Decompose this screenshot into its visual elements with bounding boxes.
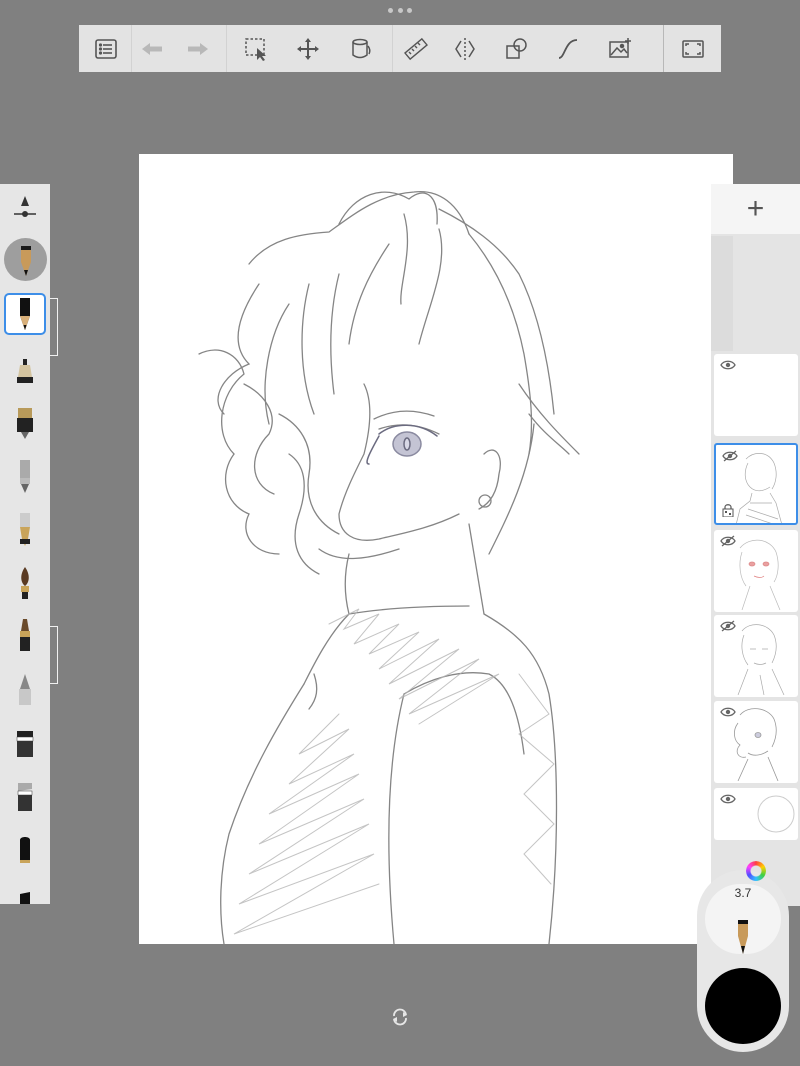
toolbar-handle[interactable] — [388, 6, 412, 14]
curve-icon[interactable] — [550, 31, 586, 67]
brush-size-value: 3.7 — [734, 886, 752, 900]
main-toolbar — [79, 25, 721, 72]
sketch-artwork — [198, 190, 580, 944]
drawing-canvas[interactable] — [139, 154, 733, 944]
list-icon[interactable] — [88, 31, 124, 67]
ballpoint-pen[interactable] — [7, 456, 43, 496]
handle-dot — [407, 7, 412, 13]
marker[interactable] — [7, 615, 43, 655]
layer-panel-spacer — [711, 236, 733, 351]
paint-brush[interactable] — [7, 562, 43, 602]
fountain-pen[interactable] — [7, 509, 43, 549]
smear-tool[interactable] — [7, 723, 43, 763]
divider — [226, 25, 227, 72]
chisel-marker[interactable] — [7, 884, 43, 904]
divider — [131, 25, 132, 72]
add-layer-button[interactable]: + — [711, 184, 800, 234]
eye-hidden-icon[interactable] — [722, 450, 738, 462]
brush-palette — [0, 184, 50, 904]
shape-icon[interactable] — [499, 31, 535, 67]
lock-icon[interactable] — [722, 503, 734, 517]
blender-tool[interactable] — [7, 777, 43, 817]
transform-icon[interactable] — [290, 31, 326, 67]
divider — [392, 25, 393, 72]
brush-group-bracket — [50, 626, 58, 684]
flat-marker[interactable] — [7, 830, 43, 870]
eye-hidden-icon[interactable] — [720, 535, 736, 547]
eye-icon[interactable] — [720, 793, 736, 805]
background-color-circle[interactable] — [756, 794, 796, 834]
pencil-icon — [738, 920, 748, 954]
ink-pen[interactable] — [7, 402, 43, 442]
eraser-soft[interactable] — [7, 669, 43, 709]
color-wheel-icon[interactable] — [746, 861, 766, 881]
layer-blank[interactable] — [714, 354, 798, 436]
sync-icon[interactable] — [391, 1008, 409, 1026]
color-swatch[interactable] — [705, 968, 781, 1044]
selection-icon[interactable] — [238, 31, 274, 67]
symmetry-icon[interactable] — [447, 31, 483, 67]
layer-sketch-1[interactable] — [714, 701, 798, 783]
redo-icon[interactable] — [180, 31, 216, 67]
handle-dot — [397, 7, 403, 13]
airbrush[interactable] — [7, 349, 43, 389]
eye-hidden-icon[interactable] — [720, 620, 736, 632]
divider — [663, 25, 664, 72]
current-brush-icon[interactable] — [4, 238, 47, 281]
brush-group-bracket — [50, 298, 58, 356]
image-icon[interactable] — [602, 31, 638, 67]
brush-size-icon[interactable] — [7, 188, 43, 228]
handle-dot — [388, 7, 393, 13]
layer-color[interactable] — [714, 530, 798, 612]
pencil-brush[interactable] — [4, 293, 46, 335]
fullscreen-icon[interactable] — [675, 31, 711, 67]
brush-puck[interactable]: 3.7 — [697, 870, 789, 1052]
fill-icon[interactable] — [343, 31, 379, 67]
layer-background[interactable] — [714, 788, 798, 840]
eye-icon[interactable] — [720, 706, 736, 718]
layer-active[interactable] — [714, 443, 798, 525]
layer-sketch-2[interactable] — [714, 615, 798, 697]
eye-icon[interactable] — [720, 359, 736, 371]
undo-icon[interactable] — [134, 31, 170, 67]
layer-panel: + — [711, 184, 800, 906]
ruler-icon[interactable] — [398, 31, 434, 67]
